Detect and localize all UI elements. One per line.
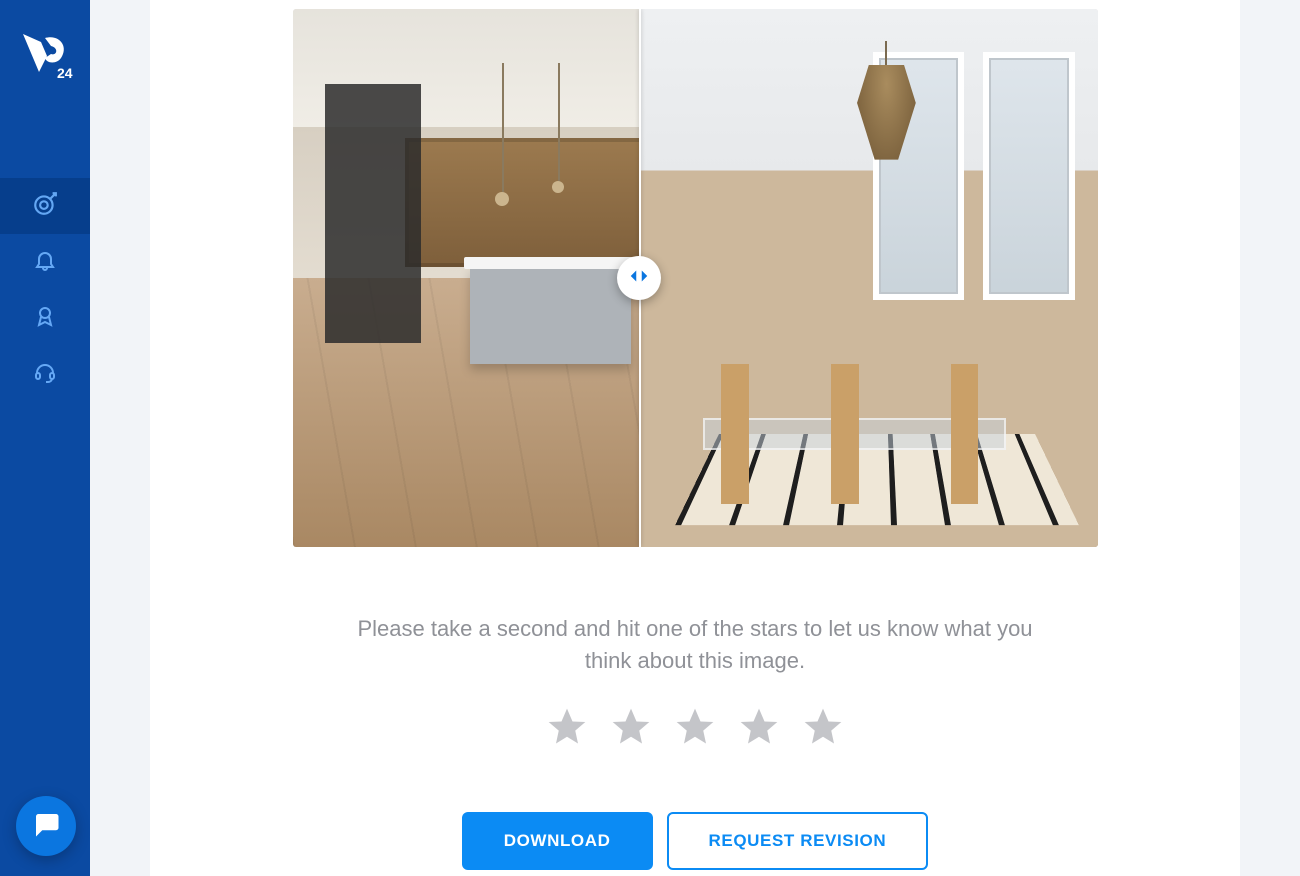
compare-after-image	[639, 9, 1098, 547]
target-icon	[32, 191, 58, 222]
request-revision-button-label: REQUEST REVISION	[709, 831, 887, 851]
brand-logo: 24	[15, 26, 75, 86]
request-revision-button[interactable]: REQUEST REVISION	[667, 812, 929, 870]
sidebar-item-orders[interactable]	[0, 290, 90, 346]
badge-icon	[33, 304, 57, 333]
main-area: Please take a second and hit one of the …	[90, 0, 1300, 876]
sidebar: 24	[0, 0, 90, 876]
rating-star-1[interactable]	[545, 705, 589, 754]
rating-star-5[interactable]	[801, 705, 845, 754]
rating-star-4[interactable]	[737, 705, 781, 754]
download-button-label: DOWNLOAD	[504, 831, 611, 851]
sidebar-nav	[0, 178, 90, 402]
chat-launcher[interactable]	[16, 796, 76, 856]
sidebar-item-notifications[interactable]	[0, 234, 90, 290]
svg-text:24: 24	[57, 65, 73, 81]
headset-icon	[33, 360, 57, 389]
sidebar-item-dashboard[interactable]	[0, 178, 90, 234]
compare-slider-handle[interactable]	[617, 256, 661, 300]
chat-icon	[31, 809, 61, 844]
rating-stars	[150, 705, 1240, 754]
before-after-compare[interactable]	[293, 9, 1098, 547]
action-row: DOWNLOAD REQUEST REVISION	[150, 812, 1240, 870]
sidebar-item-support[interactable]	[0, 346, 90, 402]
rating-star-3[interactable]	[673, 705, 717, 754]
rating-star-2[interactable]	[609, 705, 653, 754]
bell-icon	[33, 248, 57, 277]
rating-prompt: Please take a second and hit one of the …	[345, 613, 1045, 677]
content-card: Please take a second and hit one of the …	[150, 0, 1240, 876]
download-button[interactable]: DOWNLOAD	[462, 812, 653, 870]
drag-horizontal-icon	[628, 265, 650, 292]
